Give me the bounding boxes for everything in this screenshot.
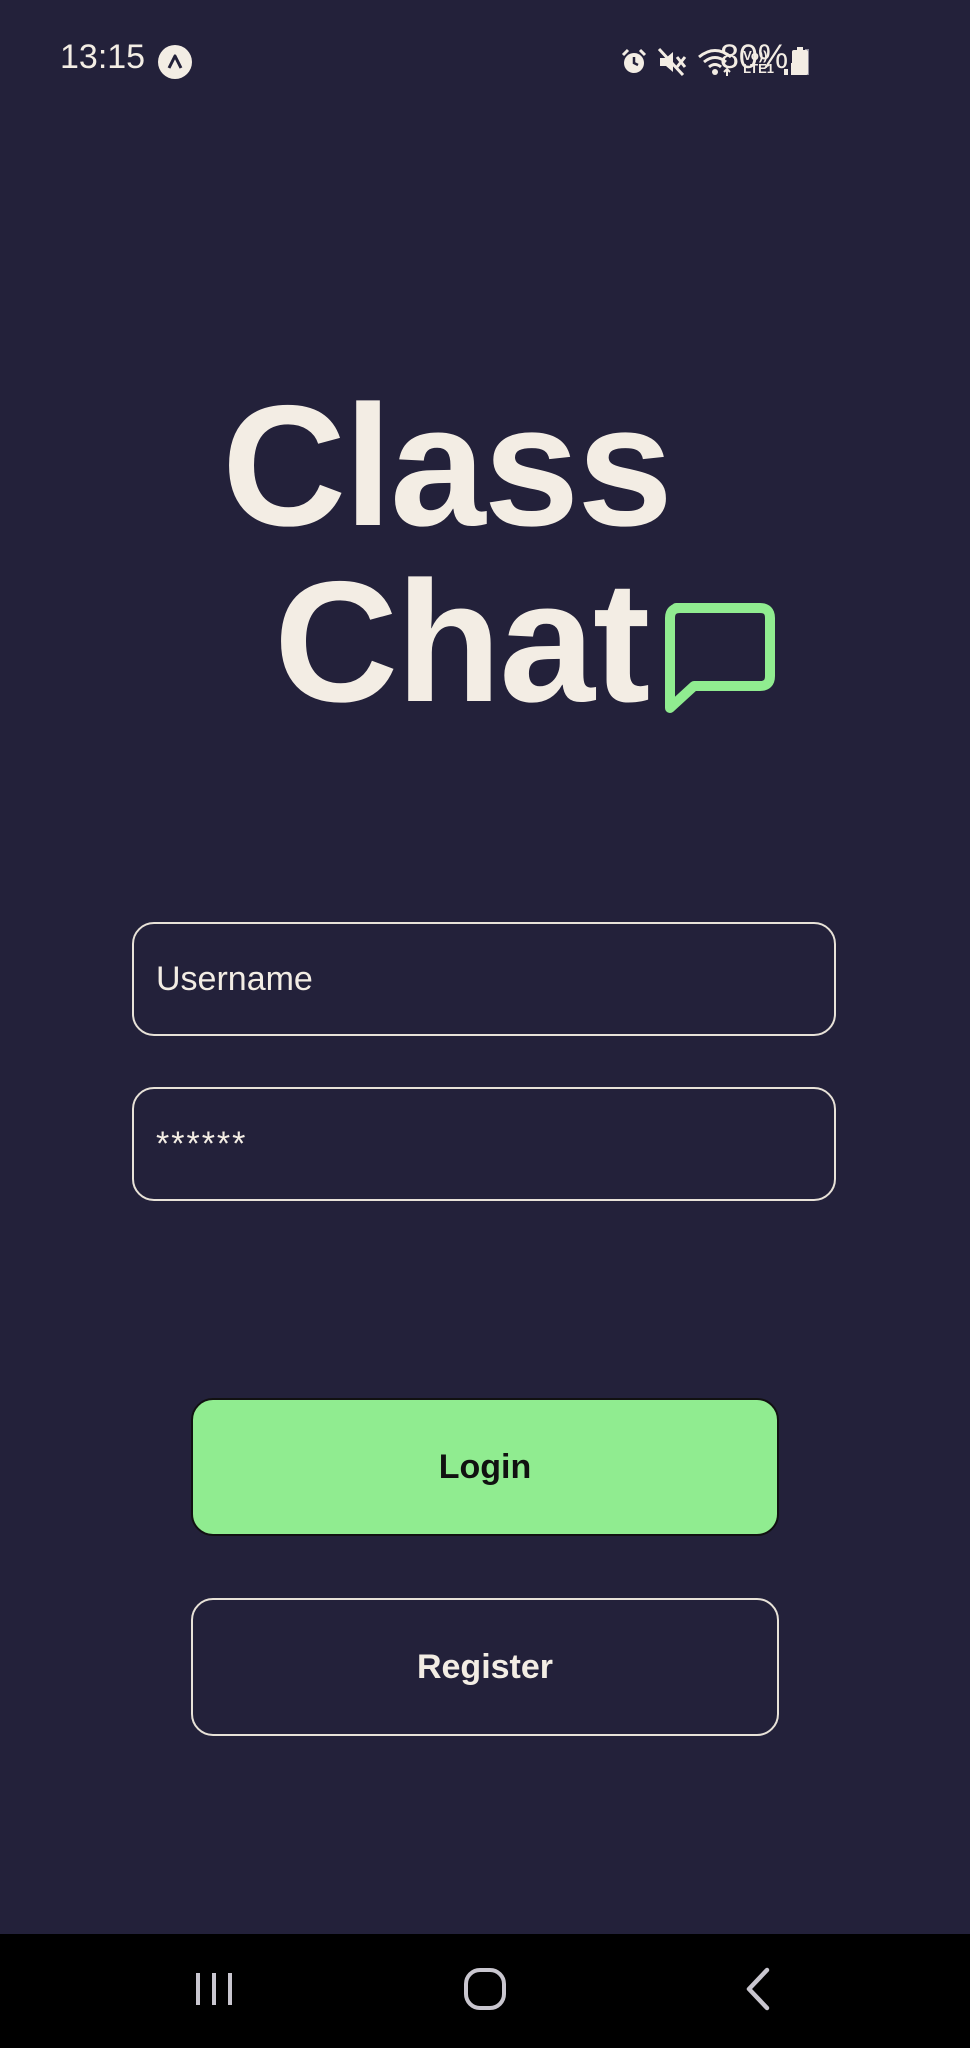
back-icon — [743, 1966, 773, 2017]
app-notification-icon — [158, 45, 192, 79]
login-button-label: Login — [438, 1447, 532, 1486]
login-button[interactable]: Login — [191, 1398, 779, 1536]
status-time: 13:15 — [60, 38, 146, 76]
recents-icon — [192, 1969, 236, 2014]
logo-title-line2: Chat — [274, 546, 650, 738]
home-button[interactable] — [405, 1934, 565, 2048]
login-screen: 13:15 Vo)) LTE1 80% Class Chat Username … — [0, 0, 970, 2048]
back-button[interactable] — [678, 1934, 838, 2048]
status-bar: 13:15 Vo)) LTE1 80% — [0, 0, 970, 120]
register-button-label: Register — [416, 1647, 554, 1686]
logo-title-line1: Class — [222, 370, 673, 562]
battery-percent: 80% — [720, 38, 789, 76]
home-icon — [462, 1966, 508, 2017]
alarm-icon — [619, 47, 649, 77]
username-input[interactable] — [132, 922, 836, 1036]
recents-button[interactable] — [134, 1934, 294, 2048]
system-nav-bar — [0, 1934, 970, 2048]
battery-icon — [792, 47, 808, 75]
register-button[interactable]: Register — [191, 1598, 779, 1736]
mute-icon — [657, 47, 689, 77]
password-input[interactable] — [132, 1087, 836, 1201]
chat-bubble-icon — [660, 600, 776, 716]
